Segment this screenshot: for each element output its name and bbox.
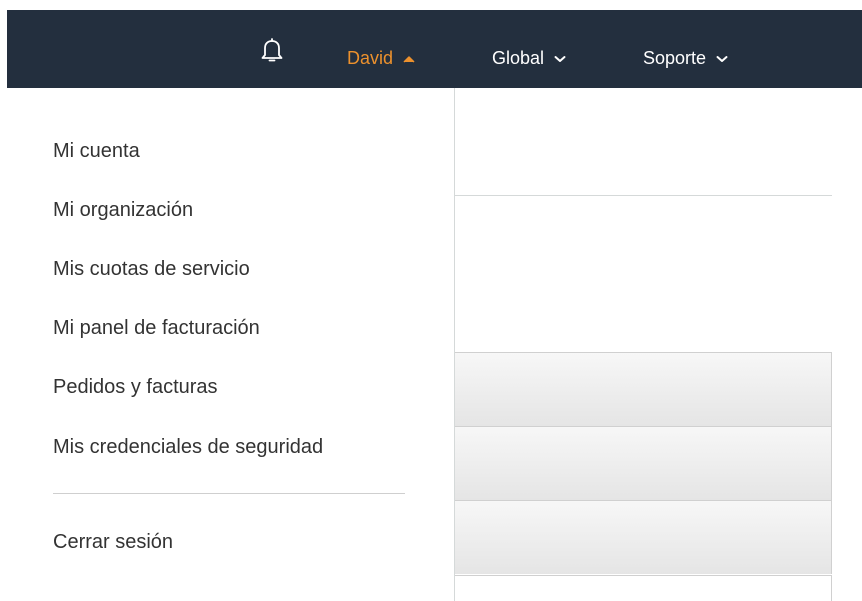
menu-item-billing-dashboard[interactable]: Mi panel de facturación — [53, 316, 260, 340]
page: David Global Soporte Mi cuenta Mi organi… — [0, 0, 862, 601]
background-content-panel — [454, 88, 832, 601]
menu-item-my-organization[interactable]: Mi organización — [53, 198, 193, 222]
content-row[interactable] — [455, 352, 832, 426]
region-menu-button[interactable]: Global — [492, 47, 566, 70]
user-menu-label: David — [347, 48, 394, 68]
chevron-down-icon — [716, 46, 728, 68]
menu-item-service-quotas[interactable]: Mis cuotas de servicio — [53, 257, 250, 281]
account-dropdown-menu: Mi cuenta Mi organización Mis cuotas de … — [7, 88, 454, 601]
support-menu-button[interactable]: Soporte — [643, 47, 728, 70]
menu-divider — [53, 493, 405, 494]
bell-icon[interactable] — [259, 37, 285, 63]
top-navbar: David Global Soporte — [7, 10, 862, 88]
user-menu-button[interactable]: David — [347, 47, 415, 70]
support-menu-label: Soporte — [643, 48, 707, 68]
menu-item-my-account[interactable]: Mi cuenta — [53, 139, 140, 163]
region-menu-label: Global — [492, 48, 545, 68]
menu-item-orders-invoices[interactable]: Pedidos y facturas — [53, 375, 218, 399]
content-row[interactable] — [455, 500, 832, 574]
menu-item-security-credentials[interactable]: Mis credenciales de seguridad — [53, 435, 323, 459]
chevron-down-icon — [554, 46, 566, 68]
content-row[interactable] — [455, 426, 832, 500]
logout-menu-item[interactable]: Cerrar sesión — [53, 530, 173, 554]
content-divider — [455, 195, 832, 196]
caret-up-icon — [403, 46, 415, 68]
content-row[interactable] — [455, 575, 832, 601]
